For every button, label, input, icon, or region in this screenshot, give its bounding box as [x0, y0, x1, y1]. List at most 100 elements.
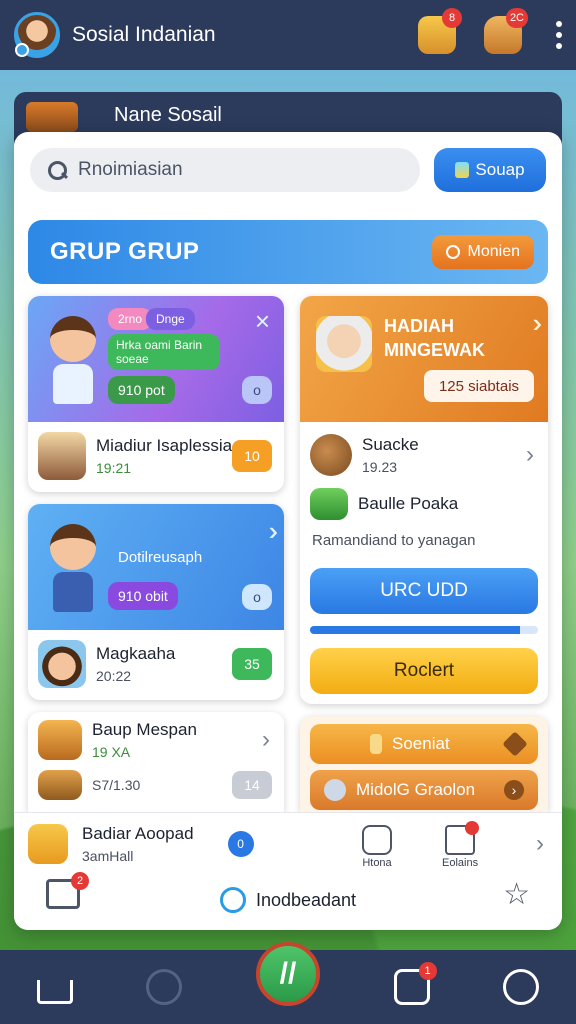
- card-2-price: 910 obit: [108, 582, 178, 610]
- bag-count-badge: 2C: [505, 8, 528, 28]
- coconut-icon: [310, 434, 352, 476]
- close-icon[interactable]: ×: [255, 308, 270, 334]
- orange-actions-card: Soeniat MidolG Graolon ›: [300, 716, 548, 812]
- chevron-right-icon[interactable]: ›: [526, 441, 534, 469]
- top-app-bar: Sosial Indanian 8 2C: [0, 0, 576, 70]
- card-1-info: Miadiur Isaplessia 19:21 10: [28, 422, 284, 490]
- hadiah-row-1-sub: 19.23: [362, 459, 398, 475]
- star-icon[interactable]: ☆: [503, 877, 530, 912]
- search-icon: [46, 159, 68, 181]
- bag-icon[interactable]: 2C: [484, 8, 528, 54]
- hadiah-claim-button[interactable]: Roclert: [310, 648, 538, 694]
- strip-sub: 3amHall: [82, 848, 134, 864]
- camera-badge: 1: [418, 962, 437, 980]
- card-1-thumbnail: [38, 432, 86, 480]
- card-1-side-button[interactable]: o: [242, 376, 272, 404]
- hadiah-title: HADIAH MINGEWAK: [384, 314, 485, 362]
- chat-bubble-icon[interactable]: [146, 969, 183, 1005]
- treasure-chest-icon: [38, 720, 82, 760]
- hadiah-row-2-title: Baulle Poaka: [358, 494, 459, 513]
- menu-button-label: Monien: [467, 243, 520, 260]
- message-icon[interactable]: [503, 969, 540, 1005]
- hadiah-hero: HADIAH MINGEWAK ›› 125 siabtais: [300, 296, 548, 422]
- double-chevron-icon[interactable]: ››: [533, 308, 545, 339]
- gift-count-badge: 8: [442, 8, 462, 28]
- hadiah-progress-bar: [310, 626, 538, 634]
- group-card-1[interactable]: 2rno Dnge × Hrka oami Barin soeae 910 po…: [28, 296, 284, 492]
- chevron-right-icon: ›: [504, 780, 524, 800]
- strip-footer: 2 Inodbeadant ☆: [14, 872, 562, 925]
- card-1-price: 910 pot: [108, 376, 175, 404]
- search-button-label: Souap: [475, 160, 525, 179]
- group-title: GRUP GRUP: [50, 238, 200, 265]
- strip-title: Badiar Aoopad: [82, 824, 194, 843]
- card-1-hero-bubble: Hrka oami Barin soeae: [108, 334, 220, 370]
- more-menu-icon[interactable]: [556, 21, 562, 49]
- strip-row: Badiar Aoopad 3amHall 0 Htona Eolains ›: [14, 813, 562, 875]
- bottle-icon: [370, 734, 382, 754]
- card-3-title: Baup Mespan: [92, 720, 197, 739]
- grandma-avatar: [316, 316, 372, 372]
- hadiah-row-1-title: Suacke: [362, 435, 419, 454]
- group-card-3[interactable]: Baup Mespan 19 XA › S7/1.30 14: [28, 712, 284, 812]
- menu-button[interactable]: Monien: [431, 235, 534, 269]
- search-row: Rnoimiasian Souap: [30, 148, 546, 192]
- main-action-button[interactable]: //: [255, 942, 320, 1006]
- card-1-action-button[interactable]: 10: [232, 440, 272, 472]
- character-illustration: [42, 524, 104, 614]
- card-2-thumbnail: [38, 640, 86, 688]
- card-3-row-1: Baup Mespan 19 XA ›: [28, 712, 284, 770]
- strip-footer-label[interactable]: Inodbeadant: [256, 890, 356, 911]
- card-2-hero: ›› Dotilreusaph 910 obit o: [28, 504, 284, 630]
- group-banner: GRUP GRUP Monien: [28, 220, 548, 284]
- hadiah-primary-button[interactable]: URC UDD: [310, 568, 538, 614]
- hadiah-card[interactable]: HADIAH MINGEWAK ›› 125 siabtais Suacke 1…: [300, 296, 548, 704]
- strip-icon-1[interactable]: Htona: [362, 825, 392, 869]
- card-2-hero-text: Dotilreusaph: [118, 548, 203, 566]
- strip-count-pill[interactable]: 0: [227, 831, 254, 857]
- orange-action-2[interactable]: MidolG Graolon ›: [310, 770, 538, 810]
- orange-action-2-label: MidolG Graolon: [356, 780, 476, 799]
- strip-icon-2[interactable]: Eolains: [442, 821, 480, 869]
- hadiah-price: 125 siabtais: [424, 370, 534, 402]
- music-note-icon: [455, 162, 470, 178]
- home-outline-icon[interactable]: 2: [46, 872, 89, 909]
- avatar[interactable]: [14, 12, 60, 58]
- card-2-side-button[interactable]: o: [242, 584, 272, 610]
- card-2-time: 20:22: [96, 668, 132, 684]
- diamond-icon: [502, 731, 528, 757]
- group-card-2[interactable]: ›› Dotilreusaph 910 obit o Magkaaha 20:2…: [28, 504, 284, 700]
- search-value: Rnoimiasian: [78, 159, 183, 180]
- check-icon: [324, 779, 346, 801]
- card-1-title: Miadiur Isaplessia: [96, 436, 233, 455]
- gift-icon[interactable]: 8: [418, 8, 462, 54]
- hadiah-caption: Ramandiand to yanagan: [312, 532, 476, 549]
- camera-icon[interactable]: 1: [393, 962, 437, 1005]
- cup-icon: [28, 824, 68, 864]
- card-1-time: 19:21: [96, 460, 132, 476]
- hero-text-2: soeae: [116, 352, 149, 366]
- back-panel-title: Nane Sosail: [114, 104, 222, 126]
- search-button[interactable]: Souap: [434, 148, 546, 192]
- strip-icon-1-label: Htona: [362, 857, 392, 869]
- card-3-sub: 19 XA: [92, 744, 131, 760]
- card-3-action-button[interactable]: 14: [232, 771, 272, 799]
- search-input[interactable]: Rnoimiasian: [30, 148, 420, 192]
- orange-action-1[interactable]: Soeniat: [310, 724, 538, 764]
- chevron-right-icon[interactable]: ›: [536, 830, 544, 858]
- crate-icon: [38, 770, 82, 800]
- grid-icon: [362, 825, 392, 855]
- refresh-icon: [445, 245, 460, 259]
- hadiah-title-1: HADIAH: [384, 316, 454, 336]
- chevron-right-icon[interactable]: ›: [262, 726, 270, 754]
- home-badge: 2: [71, 872, 89, 890]
- strip-icon-2-badge: [465, 821, 480, 835]
- home-icon[interactable]: [36, 980, 73, 1004]
- hadiah-row-1[interactable]: Suacke 19.23 ›: [300, 422, 548, 486]
- card-2-action-button[interactable]: 35: [232, 648, 272, 680]
- orange-action-1-label: Soeniat: [392, 734, 450, 753]
- hadiah-row-2: Baulle Poaka: [300, 486, 548, 530]
- card-3-row-2: S7/1.30 14: [28, 770, 284, 810]
- double-chevron-icon[interactable]: ››: [269, 516, 281, 547]
- card-2-info: Magkaaha 20:22 35: [28, 630, 284, 698]
